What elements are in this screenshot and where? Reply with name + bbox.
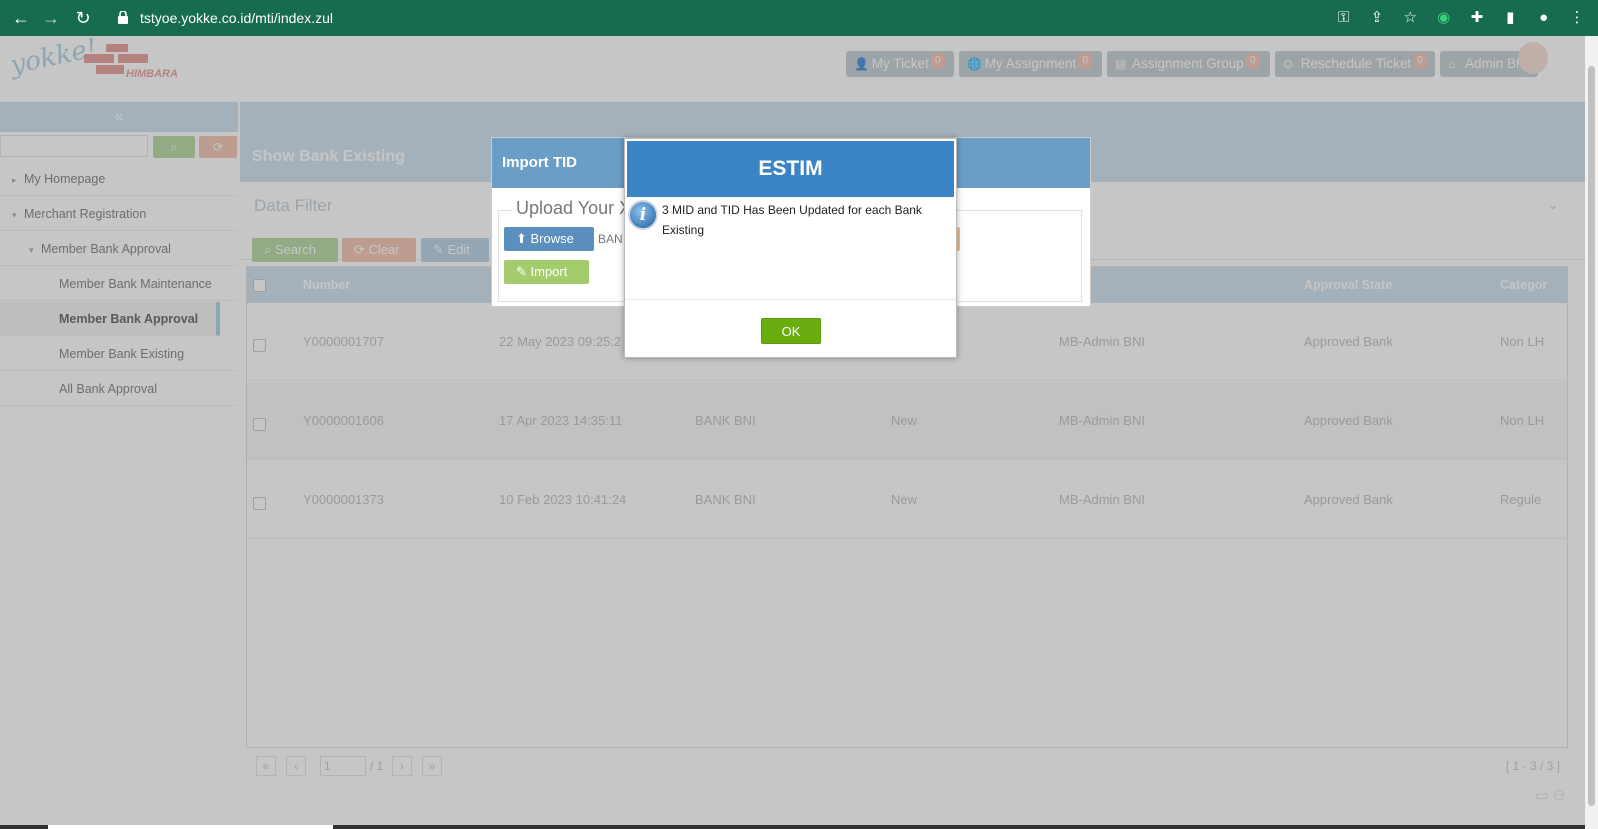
selected-file-name: BAN: [598, 232, 623, 246]
import-button-label: Import: [530, 264, 568, 279]
ok-button[interactable]: OK: [761, 318, 821, 344]
key-icon[interactable]: ⚿: [1333, 7, 1355, 29]
puzzle-icon[interactable]: ✚: [1466, 7, 1488, 29]
share-icon[interactable]: ⇪: [1366, 7, 1388, 29]
browser-toolbar: ← → ↻ tstyoe.yokke.co.id/mti/index.zul ⚿…: [0, 0, 1598, 36]
reload-icon[interactable]: ↻: [72, 7, 94, 29]
browse-button[interactable]: ⬆ Browse: [504, 227, 594, 251]
pencil-icon: ✎: [516, 264, 531, 279]
upload-icon: ⬆: [516, 231, 531, 246]
taskbar-active-item: [48, 825, 333, 829]
menu-icon[interactable]: ⋮: [1566, 7, 1588, 29]
address-bar[interactable]: tstyoe.yokke.co.id/mti/index.zul: [110, 4, 1410, 32]
page-scrollbar[interactable]: [1585, 36, 1598, 829]
import-tid-title: Import TID: [502, 154, 577, 171]
back-icon[interactable]: ←: [10, 7, 32, 29]
profile-icon[interactable]: ●: [1533, 7, 1555, 29]
forward-icon[interactable]: →: [40, 7, 62, 29]
dialog-title: ESTIM: [627, 141, 954, 197]
taskbar-strip: [0, 825, 1585, 829]
dialog-divider: [625, 299, 956, 300]
browser-actions: ⚿ ⇪ ☆ ◉ ✚ ▮ ● ⋮: [1325, 7, 1588, 29]
scrollbar-thumb[interactable]: [1588, 66, 1595, 806]
browse-button-label: Browse: [530, 231, 574, 246]
eye-icon[interactable]: ◉: [1433, 7, 1455, 29]
star-icon[interactable]: ☆: [1399, 7, 1421, 29]
import-button[interactable]: ✎ Import: [504, 260, 589, 284]
info-icon: i: [628, 200, 658, 230]
panel-icon[interactable]: ▮: [1499, 7, 1521, 29]
upload-legend: Upload Your X: [512, 198, 636, 219]
url-text: tstyoe.yokke.co.id/mti/index.zul: [140, 10, 333, 26]
estim-message-dialog: ESTIM i 3 MID and TID Has Been Updated f…: [624, 138, 957, 358]
dialog-message: 3 MID and TID Has Been Updated for each …: [662, 203, 922, 237]
lock-icon: [118, 11, 128, 24]
